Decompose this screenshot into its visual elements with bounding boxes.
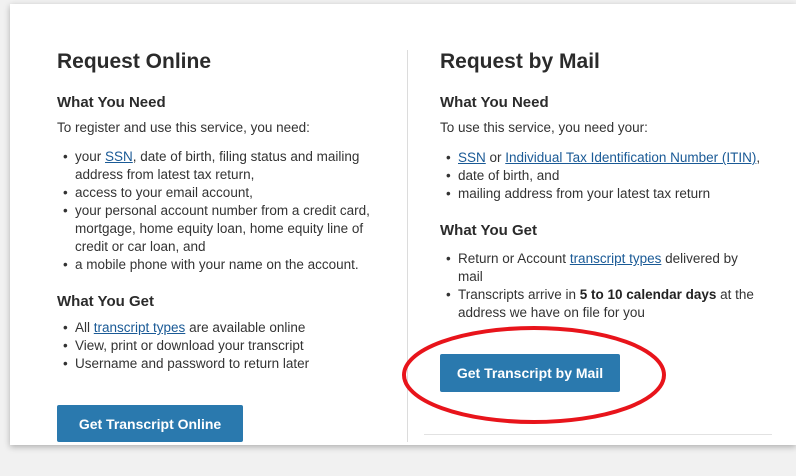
list-item: Transcripts arrive in 5 to 10 calendar d…: [440, 286, 760, 322]
online-need-list: your SSN, date of birth, filing status a…: [57, 148, 387, 274]
mail-section-bottom-rule: [424, 434, 772, 435]
online-get-list: All transcript types are available onlin…: [57, 319, 387, 373]
online-what-you-need-heading: What You Need: [57, 94, 166, 111]
mail-what-you-need-heading: What You Need: [440, 94, 549, 111]
get-transcript-by-mail-button[interactable]: Get Transcript by Mail: [440, 354, 620, 392]
mail-need-intro: To use this service, you need your:: [440, 120, 648, 135]
transcript-types-link[interactable]: transcript types: [94, 320, 186, 335]
list-item: access to your email account,: [57, 184, 387, 202]
mail-what-you-get-heading: What You Get: [440, 222, 537, 239]
mail-need-list: SSN or Individual Tax Identification Num…: [440, 149, 788, 203]
list-item: your personal account number from a cred…: [57, 202, 387, 256]
online-what-you-get-heading: What You Get: [57, 293, 154, 310]
column-divider: [407, 50, 408, 442]
list-item: View, print or download your transcript: [57, 337, 387, 355]
list-item: mailing address from your latest tax ret…: [440, 185, 788, 203]
get-transcript-online-button[interactable]: Get Transcript Online: [57, 405, 243, 442]
itin-link[interactable]: Individual Tax Identification Number (IT…: [505, 150, 756, 165]
request-online-heading: Request Online: [57, 50, 212, 73]
list-item: Return or Account transcript types deliv…: [440, 250, 760, 286]
request-by-mail-heading: Request by Mail: [440, 50, 600, 73]
online-need-intro: To register and use this service, you ne…: [57, 120, 310, 135]
ssn-link[interactable]: SSN: [458, 150, 486, 165]
list-item: Username and password to return later: [57, 355, 387, 373]
list-item: All transcript types are available onlin…: [57, 319, 387, 337]
list-item: a mobile phone with your name on the acc…: [57, 256, 387, 274]
mail-get-list: Return or Account transcript types deliv…: [440, 250, 760, 322]
ssn-link[interactable]: SSN: [105, 149, 133, 164]
transcript-types-link[interactable]: transcript types: [570, 251, 662, 266]
transcript-request-panel: Request Online What You Need To register…: [10, 4, 796, 445]
list-item: your SSN, date of birth, filing status a…: [57, 148, 387, 184]
list-item: SSN or Individual Tax Identification Num…: [440, 149, 788, 167]
list-item: date of birth, and: [440, 167, 788, 185]
